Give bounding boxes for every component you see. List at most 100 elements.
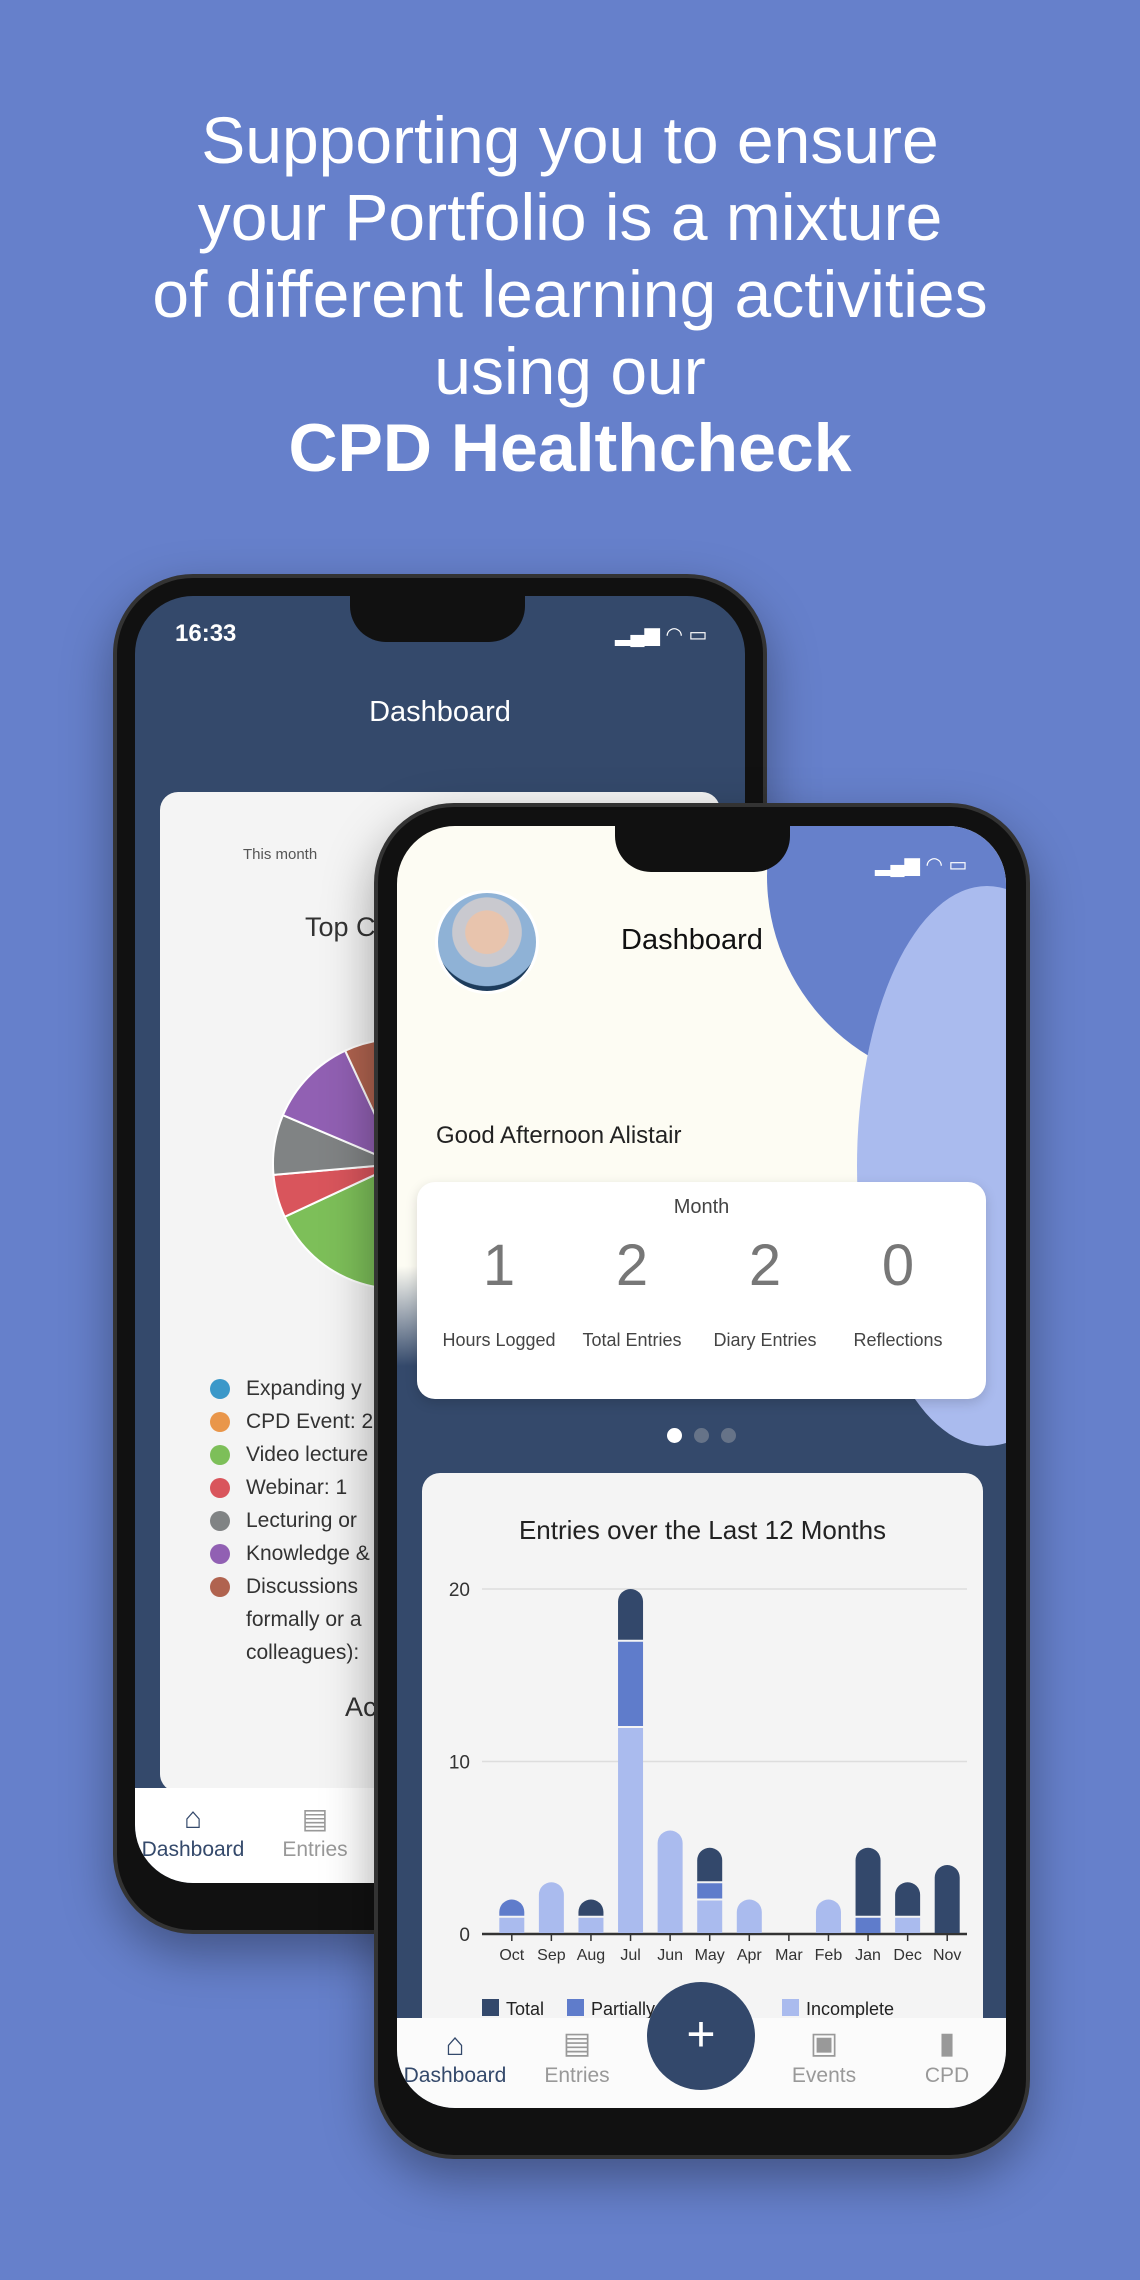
bar-segment-partially-complete[interactable] bbox=[697, 1883, 723, 1899]
stats-period[interactable]: Month bbox=[417, 1196, 986, 1219]
bar-segment-incomplete[interactable] bbox=[657, 1830, 683, 1934]
home-icon[interactable]: ⌂ bbox=[173, 1802, 213, 1836]
notch bbox=[615, 826, 790, 872]
legend-item: Knowledge & bbox=[210, 1537, 373, 1570]
y-tick-label: 0 bbox=[459, 1925, 470, 1946]
legend-item: Discussions formally or a colleagues): bbox=[210, 1570, 373, 1669]
bar-segment-incomplete[interactable] bbox=[736, 1899, 762, 1934]
signal-icon: ▂▄▆ bbox=[615, 624, 660, 646]
bar-segment-total[interactable] bbox=[578, 1899, 604, 1916]
status-icons: ▂▄▆ ◠ ▭ bbox=[615, 622, 707, 647]
stat-label: Reflections bbox=[853, 1330, 943, 1350]
card-title: Top C bbox=[305, 912, 376, 942]
x-tick-label: Feb bbox=[815, 1947, 843, 1964]
bar-segment-partially-complete[interactable] bbox=[855, 1917, 881, 1933]
legend-label: Total bbox=[506, 1999, 544, 2019]
legend-swatch bbox=[482, 1999, 499, 2016]
document-icon[interactable]: ▤ bbox=[557, 2026, 597, 2061]
legend-dot bbox=[210, 1412, 230, 1432]
calendar-icon[interactable]: ▣ bbox=[804, 2026, 844, 2061]
legend-label-cont: formally or a bbox=[246, 1608, 362, 1631]
period-tab[interactable]: This month bbox=[243, 846, 317, 863]
nav-cpd[interactable]: CPD bbox=[867, 2064, 1006, 2088]
stat-label: Diary Entries bbox=[713, 1330, 817, 1350]
x-tick-label: Oct bbox=[499, 1947, 524, 1964]
document-icon[interactable]: ▤ bbox=[295, 1802, 335, 1835]
bar-segment-incomplete[interactable] bbox=[618, 1728, 644, 1933]
x-tick-label: May bbox=[695, 1947, 725, 1964]
legend-label: Discussions bbox=[246, 1575, 359, 1598]
page-title: Dashboard bbox=[369, 696, 511, 728]
legend-item: Webinar: 1 bbox=[210, 1471, 373, 1504]
x-tick-label: Nov bbox=[933, 1947, 961, 1964]
legend-dot bbox=[210, 1577, 230, 1597]
legend-label: Video lecture bbox=[246, 1443, 369, 1466]
carousel-dot[interactable] bbox=[694, 1428, 709, 1443]
notch bbox=[350, 596, 525, 642]
carousel-dot[interactable] bbox=[721, 1428, 736, 1443]
battery-icon: ▭ bbox=[688, 624, 708, 646]
avatar[interactable] bbox=[435, 890, 539, 994]
legend-label-cont: colleagues): bbox=[246, 1641, 360, 1664]
stat-label: Total Entries bbox=[582, 1330, 682, 1350]
legend-label: CPD Event: 2 bbox=[246, 1410, 374, 1433]
legend-item: Lecturing or bbox=[210, 1504, 373, 1537]
x-tick-label: Apr bbox=[737, 1947, 763, 1964]
headline-line: of different learning activities bbox=[152, 257, 988, 331]
add-entry-button[interactable]: + bbox=[647, 1982, 755, 2090]
stat-label: Hours Logged bbox=[442, 1330, 556, 1350]
legend-label: Lecturing or bbox=[246, 1509, 357, 1532]
legend-label: Webinar: 1 bbox=[246, 1476, 348, 1499]
bar-segment-total[interactable] bbox=[855, 1847, 881, 1916]
stat-value: 0 bbox=[881, 1233, 915, 1298]
legend-item: CPD Event: 2 bbox=[210, 1405, 373, 1438]
legend-dot bbox=[210, 1511, 230, 1531]
bar-segment-total[interactable] bbox=[895, 1882, 921, 1916]
legend-swatch bbox=[567, 1999, 584, 2016]
headline: Supporting you to ensure your Portfolio … bbox=[0, 102, 1140, 487]
bar-segment-partially-complete[interactable] bbox=[618, 1641, 644, 1726]
legend-label: Expanding y bbox=[246, 1377, 362, 1400]
x-tick-label: Aug bbox=[577, 1947, 605, 1964]
x-tick-label: Jan bbox=[855, 1947, 881, 1964]
bar-segment-incomplete[interactable] bbox=[895, 1917, 921, 1933]
status-time: 16:33 bbox=[175, 620, 237, 647]
nav-entries[interactable]: Entries bbox=[497, 2064, 657, 2088]
x-tick-label: Jun bbox=[657, 1947, 683, 1964]
page-title: Dashboard bbox=[621, 924, 763, 956]
battery-icon: ▭ bbox=[948, 854, 968, 876]
headline-line: Supporting you to ensure bbox=[201, 103, 939, 177]
section-title: Ac bbox=[345, 1692, 377, 1722]
x-tick-label: Mar bbox=[775, 1947, 803, 1964]
carousel-dot-active[interactable] bbox=[667, 1428, 682, 1443]
book-icon[interactable]: ▮ bbox=[927, 2026, 967, 2061]
bar-segment-total[interactable] bbox=[934, 1865, 960, 1933]
legend-dot bbox=[210, 1478, 230, 1498]
stat-value: 2 bbox=[748, 1233, 782, 1298]
bar-segment-incomplete[interactable] bbox=[815, 1899, 841, 1934]
legend-dot bbox=[210, 1544, 230, 1564]
stats-card: Month 1 Hours Logged 2 Total Entries 2 Diary … bbox=[417, 1182, 986, 1399]
legend-dot bbox=[210, 1445, 230, 1465]
bar-segment-incomplete[interactable] bbox=[499, 1917, 525, 1933]
status-icons: ▂▄▆ ◠ ▭ bbox=[875, 852, 967, 877]
stat-value: 2 bbox=[615, 1233, 649, 1298]
y-tick-label: 10 bbox=[449, 1753, 470, 1774]
bar-segment-incomplete[interactable] bbox=[538, 1882, 564, 1933]
bar-segment-incomplete[interactable] bbox=[697, 1900, 723, 1934]
legend-dot bbox=[210, 1379, 230, 1399]
bar-segment-total[interactable] bbox=[697, 1847, 723, 1882]
carousel-dots bbox=[397, 1428, 1006, 1448]
bar-segment-incomplete[interactable] bbox=[578, 1917, 604, 1933]
headline-line: your Portfolio is a mixture bbox=[197, 180, 943, 254]
nav-entries[interactable]: Entries bbox=[235, 1838, 395, 1862]
legend-label: Knowledge & bbox=[246, 1542, 370, 1565]
wifi-icon: ◠ bbox=[665, 624, 683, 646]
y-tick-label: 20 bbox=[449, 1580, 470, 1601]
greeting: Good Afternoon Alistair bbox=[436, 1122, 682, 1149]
home-icon[interactable]: ⌂ bbox=[435, 2026, 475, 2063]
pie-legend: Expanding y CPD Event: 2 Video lecture Webi… bbox=[210, 1372, 373, 1669]
bar-segment-partially-complete[interactable] bbox=[499, 1899, 525, 1916]
bar-segment-total[interactable] bbox=[618, 1589, 644, 1640]
x-tick-label: Sep bbox=[537, 1947, 566, 1964]
